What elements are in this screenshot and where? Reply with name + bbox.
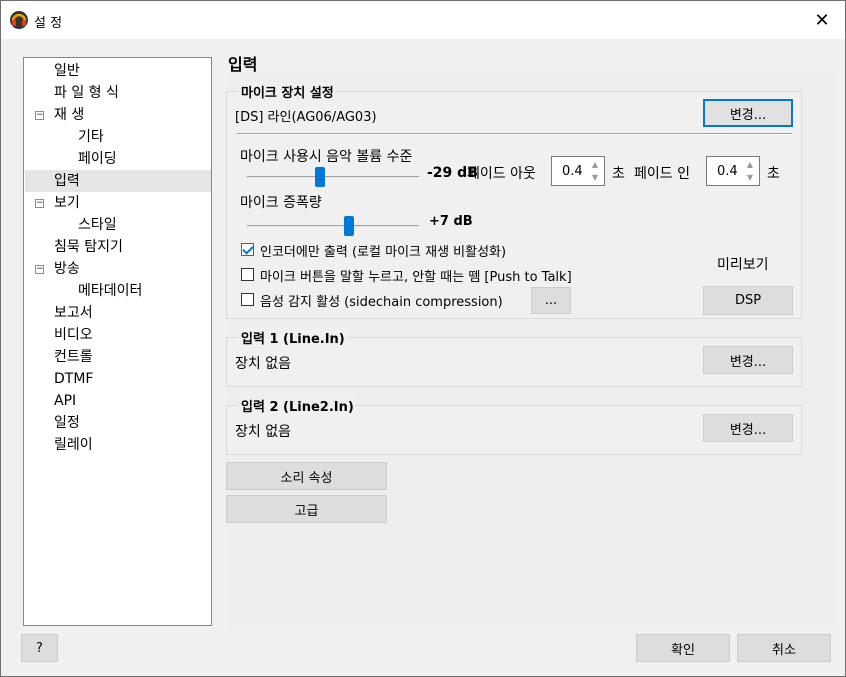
mic-gain-thumb[interactable] [344, 216, 354, 236]
music-volume-thumb[interactable] [315, 167, 325, 187]
spin-down-icon[interactable]: ▼ [588, 171, 602, 184]
title-bar: 설 정 ✕ [1, 1, 845, 39]
sidebar-item[interactable]: 보고서 [54, 302, 93, 324]
sidebar-item-label: 파 일 형 식 [54, 85, 119, 101]
fade-in-label: 페이드 인 [634, 166, 690, 182]
fade-out-unit: 초 [612, 166, 625, 182]
mic-device-group: 마이크 장치 설정 [DS] 라인(AG06/AG03) 변경... 마이크 사… [226, 82, 802, 319]
sidebar-item-label: DTMF [54, 371, 94, 387]
page-title: 입력 [228, 55, 258, 74]
input1-group: 입력 1 (Line.In) 장치 없음 변경... [226, 328, 802, 387]
fade-in-value: 0.4 [717, 164, 738, 179]
encoder-only-checkbox[interactable] [241, 243, 254, 256]
sidebar-item-label: 스타일 [78, 217, 117, 233]
sidebar-item[interactable]: 컨트롤 [54, 346, 93, 368]
input2-device-name: 장치 없음 [235, 424, 291, 440]
advanced-button[interactable]: 고급 [226, 495, 387, 523]
window-title: 설 정 [34, 16, 63, 31]
sidebar-item-label: 방송 [54, 261, 80, 277]
input2-change-button[interactable]: 변경... [703, 414, 793, 442]
input2-group-title: 입력 2 (Line2.In) [239, 396, 356, 415]
sidebar-item[interactable]: DTMF [54, 368, 93, 390]
sidebar-item-label: 재 생 [54, 107, 85, 123]
music-volume-label: 마이크 사용시 음악 볼륨 수준 [240, 149, 413, 165]
sidebar-item[interactable]: 침묵 탐지기 [54, 236, 123, 258]
sidebar-item-label: 보고서 [54, 305, 93, 321]
input2-group: 입력 2 (Line2.In) 장치 없음 변경... [226, 396, 802, 455]
sidebar-item-label: API [54, 393, 77, 409]
sidebar-item-label: 페이딩 [78, 151, 117, 167]
collapse-icon[interactable]: − [35, 111, 44, 120]
mic-gain-value: +7 dB [429, 214, 473, 229]
settings-window: 설 정 ✕ 일반 파 일 형 식 − 재 생 기타 페이딩 입력 − 보기 스타일 침묵 탐지기 − 방… [0, 0, 846, 677]
sidebar-item[interactable]: − 보기 [35, 192, 80, 214]
mic-change-button[interactable]: 변경... [703, 99, 793, 127]
spin-down-icon[interactable]: ▼ [743, 171, 757, 184]
sidebar-item[interactable]: 페이딩 [78, 148, 117, 170]
sidebar-item[interactable]: 입력 [25, 170, 211, 192]
sidechain-options-button[interactable]: ... [531, 287, 571, 314]
sidebar-item[interactable]: 일반 [54, 60, 80, 82]
sidebar-item[interactable]: API [54, 390, 76, 412]
close-button[interactable]: ✕ [799, 1, 845, 39]
music-volume-track [247, 176, 419, 178]
sidebar-item-label: 보기 [54, 195, 80, 211]
collapse-icon[interactable]: − [35, 265, 44, 274]
fade-in-spinner[interactable]: 0.4 ▲ ▼ [706, 156, 760, 186]
mic-gain-label: 마이크 증폭량 [240, 195, 322, 211]
headphones-app-icon [10, 11, 28, 29]
music-volume-slider[interactable] [247, 165, 419, 189]
sidebar-item-label: 컨트롤 [54, 349, 93, 365]
sidebar-item-label: 기타 [78, 129, 104, 145]
sidebar-item[interactable]: 메타데이터 [78, 280, 142, 302]
sidebar-item-label: 릴레이 [54, 437, 93, 453]
sidechain-label[interactable]: 음성 감지 활성 (sidechain compression) [260, 291, 503, 310]
cancel-button[interactable]: 취소 [737, 634, 831, 662]
spin-up-icon[interactable]: ▲ [588, 158, 602, 171]
encoder-only-label[interactable]: 인코더에만 출력 (로컬 마이크 재생 비활성화) [260, 241, 506, 260]
push-to-talk-checkbox[interactable] [241, 268, 254, 281]
sidebar-item[interactable]: 파 일 형 식 [54, 82, 119, 104]
sidebar-item-label: 침묵 탐지기 [54, 239, 123, 255]
input-settings-panel: 입력 마이크 장치 설정 [DS] 라인(AG06/AG03) 변경... 마이… [226, 49, 837, 629]
sidebar-item[interactable]: 기타 [78, 126, 104, 148]
close-icon: ✕ [814, 9, 830, 31]
fade-out-label: 페이드 아웃 [467, 166, 536, 182]
sidebar-item-label: 입력 [54, 173, 80, 189]
sidebar-item-label: 일정 [54, 415, 80, 431]
sound-properties-button[interactable]: 소리 속성 [226, 462, 387, 490]
sidebar-item[interactable]: 일정 [54, 412, 80, 434]
mic-group-title: 마이크 장치 설정 [239, 82, 336, 101]
dsp-button[interactable]: DSP [703, 286, 793, 315]
sidebar-item[interactable]: 스타일 [78, 214, 117, 236]
sidebar-item-label: 메타데이터 [78, 283, 143, 299]
mic-gain-slider[interactable] [247, 214, 419, 238]
push-to-talk-label[interactable]: 마이크 버튼을 말할 누르고, 안할 때는 뗌 [Push to Talk] [260, 266, 572, 285]
mic-device-name: [DS] 라인(AG06/AG03) [235, 110, 377, 125]
fade-in-unit: 초 [767, 166, 780, 182]
mic-gain-track [247, 225, 419, 227]
spin-up-icon[interactable]: ▲ [743, 158, 757, 171]
sidebar-item[interactable]: − 방송 [35, 258, 80, 280]
sidebar-item-label: 비디오 [54, 327, 93, 343]
input1-change-button[interactable]: 변경... [703, 346, 793, 374]
fade-out-spinner[interactable]: 0.4 ▲ ▼ [551, 156, 605, 186]
preview-label: 미리보기 [717, 257, 769, 273]
sidebar-item[interactable]: − 재 생 [35, 104, 85, 126]
help-button[interactable]: ? [21, 634, 58, 662]
sidebar-item[interactable]: 릴레이 [54, 434, 93, 456]
ok-button[interactable]: 확인 [636, 634, 730, 662]
settings-category-tree[interactable]: 일반파 일 형 식 − 재 생기타페이딩입력 − 보기스타일침묵 탐지기 − 방송메타데이터… [23, 57, 212, 626]
sidebar-item-label: 일반 [54, 63, 80, 79]
mic-divider [237, 133, 792, 135]
collapse-icon[interactable]: − [35, 199, 44, 208]
input1-device-name: 장치 없음 [235, 356, 291, 372]
fade-out-value: 0.4 [562, 164, 583, 179]
sidebar-item[interactable]: 비디오 [54, 324, 93, 346]
sidechain-checkbox[interactable] [241, 293, 254, 306]
input1-group-title: 입력 1 (Line.In) [239, 328, 347, 347]
